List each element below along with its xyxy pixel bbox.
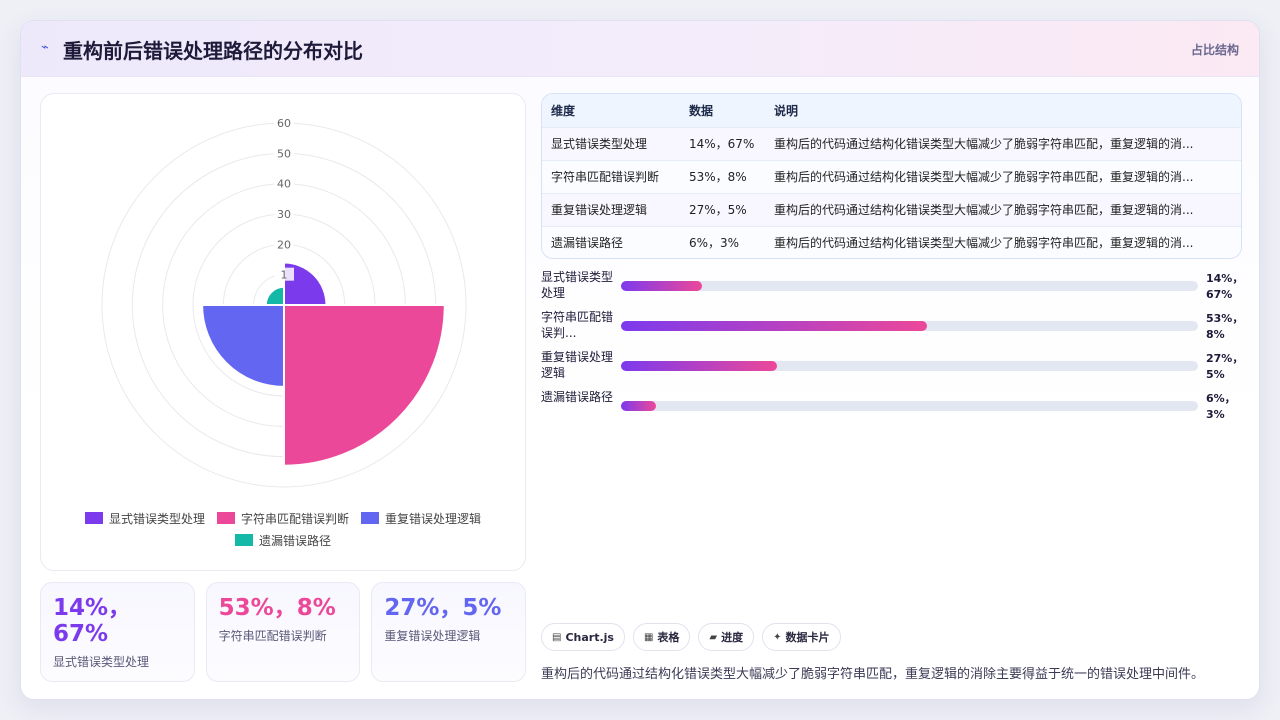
table-header-data: 数据 (680, 94, 765, 127)
chip-progress[interactable]: ▰ 进度 (698, 623, 755, 651)
progress-row: 显式错误类型处理 14%，67% (541, 269, 1243, 309)
polar-slice[interactable] (264, 285, 285, 306)
progress-fill (621, 281, 702, 291)
card-icon: ✦ (773, 631, 782, 643)
progress-label: 显式错误类型处理 (541, 270, 614, 300)
table-cell: 53%，8% (680, 159, 765, 193)
radial-tick-label: 60 (277, 117, 291, 130)
kpi-value: 14%，67% (53, 595, 132, 647)
polar-slice[interactable] (283, 304, 446, 467)
table-cell: 显式错误类型处理 (542, 126, 680, 160)
view-chips: ▤ Chart.js ▦ 表格 ▰ 进度 ✦ 数据卡片 (541, 623, 841, 651)
chart-legend: 显式错误类型处理 字符串匹配错误判断 重复错误处理逻辑遗漏错误路径 (41, 510, 525, 548)
table-row: 遗漏错误路径 6%，3% 重构后的代码通过结构化错误类型大幅减少了脆弱字符串匹配… (542, 225, 1241, 258)
kpi-card: 53%，8% 字符串匹配错误判断 (205, 582, 361, 682)
radial-tick-label: 1 (281, 269, 288, 282)
summary-note: 重构后的代码通过结构化错误类型大幅减少了脆弱字符串匹配，重复逻辑的消除主要得益于… (541, 667, 1205, 682)
progress-label: 遗漏错误路径 (541, 390, 614, 404)
progress-value: 27%，5% (1206, 352, 1244, 381)
progress-label: 重复错误处理逻辑 (541, 350, 614, 380)
kpi-value: 27%，5% (384, 595, 502, 621)
progress-track (621, 401, 1198, 411)
polar-area-chart: 1 20 30 40 50 60 (101, 116, 467, 488)
table-cell: 14%，67% (680, 126, 765, 160)
legend-item[interactable]: 遗漏错误路径 (234, 532, 331, 548)
progress-fill (621, 321, 927, 331)
legend-swatch (234, 534, 253, 546)
radial-tick-label: 40 (277, 178, 291, 191)
chart-icon: ▤ (552, 631, 562, 643)
page-title: 重构前后错误处理路径的分布对比 (63, 39, 363, 63)
table-header-desc: 说明 (765, 94, 1241, 127)
legend-item[interactable]: 显式错误类型处理 (84, 510, 205, 526)
progress-icon: ▰ (709, 631, 718, 643)
kpi-label: 显式错误类型处理 (53, 655, 150, 669)
progress-row: 字符串匹配错误判... 53%，8% (541, 309, 1243, 349)
kpi-label: 字符串匹配错误判断 (218, 629, 327, 643)
table-cell: 27%，5% (680, 192, 765, 226)
legend-label: 显式错误类型处理 (108, 511, 205, 526)
legend-swatch (84, 512, 103, 524)
legend-item[interactable]: 字符串匹配错误判断 (216, 510, 349, 526)
chip-card[interactable]: ✦ 数据卡片 (762, 623, 841, 651)
polar-slice[interactable] (201, 304, 285, 388)
chart-line-icon: ⌁ (41, 40, 49, 55)
legend-swatch (216, 512, 235, 524)
progress-value: 6%，3% (1206, 392, 1236, 421)
table-cell: 重复错误处理逻辑 (542, 192, 680, 226)
dashboard-card: ⌁ 重构前后错误处理路径的分布对比 占比结构 1 20 30 40 50 60 显式错误类… (20, 20, 1260, 700)
legend-swatch (361, 512, 379, 524)
table-row: 字符串匹配错误判断 53%，8% 重构后的代码通过结构化错误类型大幅减少了脆弱字… (542, 159, 1241, 193)
progress-fill (621, 361, 777, 371)
table-cell: 重构后的代码通过结构化错误类型大幅减少了脆弱字符串匹配，重复逻辑的消... (765, 159, 1241, 193)
kpi-card: 27%，5% 重复错误处理逻辑 (371, 582, 527, 682)
chip-label: 表格 (657, 631, 680, 644)
table-header-dimension: 维度 (542, 94, 680, 127)
chip-chart[interactable]: ▤ Chart.js (541, 623, 625, 651)
progress-fill (621, 401, 656, 411)
table-header-row: 维度 数据 说明 (542, 94, 1241, 127)
table-row: 重复错误处理逻辑 27%，5% 重构后的代码通过结构化错误类型大幅减少了脆弱字符… (542, 192, 1241, 226)
table-cell: 重构后的代码通过结构化错误类型大幅减少了脆弱字符串匹配，重复逻辑的消... (765, 225, 1241, 258)
legend-label: 遗漏错误路径 (258, 533, 331, 548)
header: ⌁ 重构前后错误处理路径的分布对比 占比结构 (21, 21, 1259, 77)
kpi-cards: 14%，67% 显式错误类型处理 53%，8% 字符串匹配错误判断 27%，5% 重复错误… (40, 582, 527, 682)
table-cell: 重构后的代码通过结构化错误类型大幅减少了脆弱字符串匹配，重复逻辑的消... (765, 192, 1241, 226)
kpi-value: 53%，8% (218, 595, 336, 621)
legend-label: 字符串匹配错误判断 (240, 511, 349, 526)
table-row: 显式错误类型处理 14%，67% 重构后的代码通过结构化错误类型大幅减少了脆弱字… (542, 126, 1241, 160)
table-cell: 字符串匹配错误判断 (542, 159, 680, 193)
legend-item[interactable]: 重复错误处理逻辑 (361, 510, 481, 526)
radial-tick-label: 20 (277, 238, 291, 251)
progress-list: 显式错误类型处理 14%，67% 字符串匹配错误判... 53%，8% 重复错误处理逻辑… (541, 269, 1243, 429)
progress-track (621, 281, 1198, 291)
progress-row: 遗漏错误路径 6%，3% (541, 389, 1242, 429)
progress-value: 14%，67% (1206, 272, 1244, 301)
chip-label: 进度 (721, 631, 744, 644)
table-icon: ▦ (643, 631, 654, 643)
table-cell: 遗漏错误路径 (542, 225, 680, 258)
chip-label: 数据卡片 (785, 631, 830, 644)
chip-table[interactable]: ▦ 表格 (632, 623, 691, 651)
legend-label: 重复错误处理逻辑 (385, 511, 482, 526)
radial-tick-label: 50 (277, 147, 291, 160)
radial-tick-label: 30 (277, 208, 291, 221)
kpi-label: 重复错误处理逻辑 (384, 629, 481, 643)
polar-chart-panel: 1 20 30 40 50 60 显式错误类型处理 字符串匹配错误判断 重复错误处理逻辑遗漏错… (40, 93, 526, 571)
table-cell: 6%，3% (680, 225, 765, 258)
progress-label: 字符串匹配错误判... (541, 310, 614, 340)
chip-label: Chart.js (565, 630, 614, 644)
progress-value: 53%，8% (1206, 312, 1244, 341)
progress-track (621, 361, 1198, 371)
progress-track (621, 321, 1198, 331)
data-table: 维度 数据 说明 显式错误类型处理 14%，67% 重构后的代码通过结构化错误类… (541, 93, 1242, 259)
kpi-card: 14%，67% 显式错误类型处理 (40, 582, 195, 682)
progress-row: 重复错误处理逻辑 27%，5% (541, 349, 1243, 389)
header-tag: 占比结构 (1190, 43, 1239, 57)
table-cell: 重构后的代码通过结构化错误类型大幅减少了脆弱字符串匹配，重复逻辑的消... (765, 126, 1241, 160)
